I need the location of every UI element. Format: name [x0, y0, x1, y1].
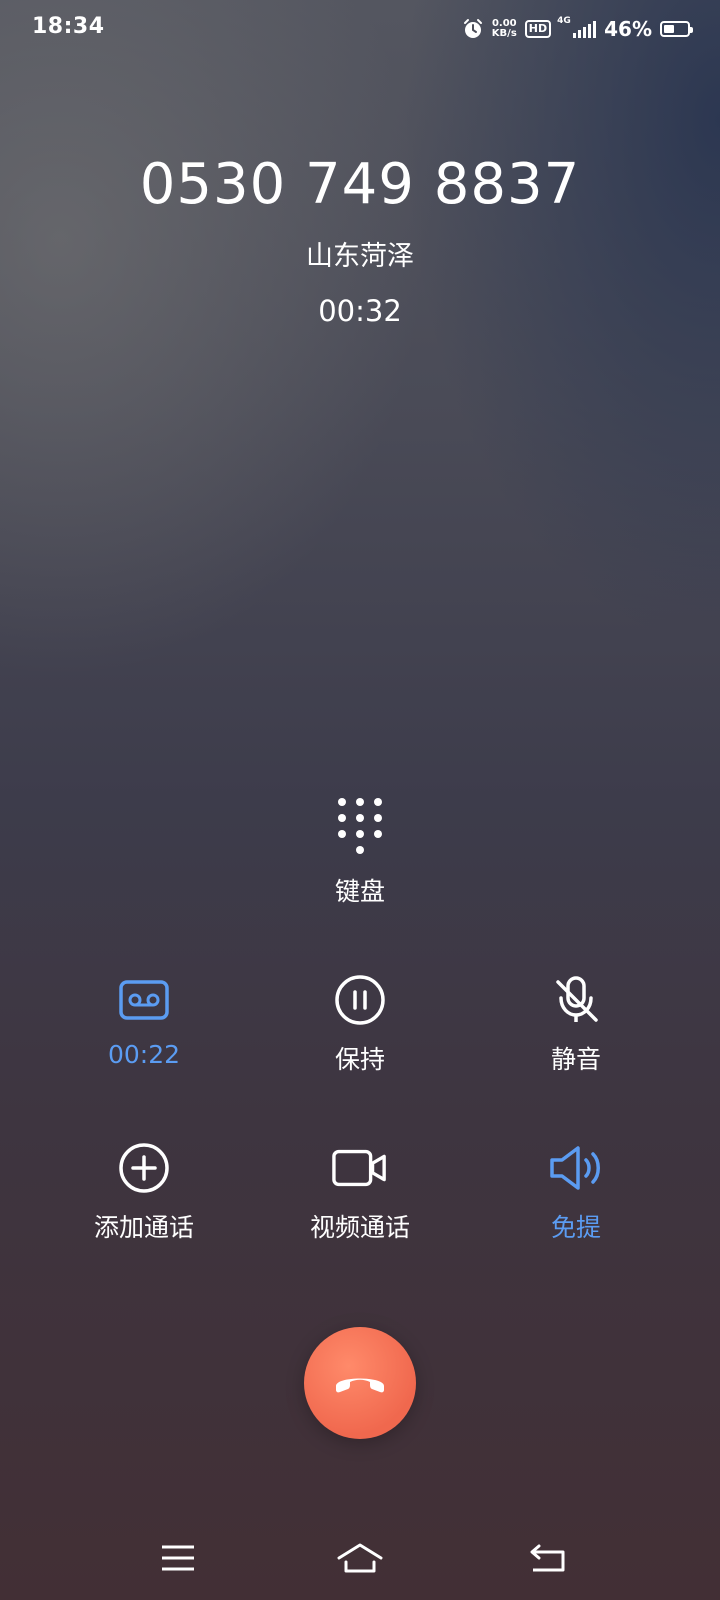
plus-circle-icon — [116, 1140, 172, 1196]
status-icons: 0.00 KB/s HD 4G 46% — [462, 14, 693, 44]
pause-icon — [332, 972, 388, 1028]
home-button[interactable] — [330, 1536, 390, 1580]
caller-location: 山东菏泽 — [306, 241, 414, 272]
dialpad-icon — [338, 798, 382, 854]
home-icon — [337, 1543, 383, 1573]
end-call-button[interactable] — [304, 1327, 416, 1439]
speaker-button[interactable]: 免提 — [486, 1140, 666, 1244]
record-button[interactable]: 00:22 — [54, 972, 234, 1069]
signal-icon: 4G — [557, 16, 597, 38]
hd-icon: HD — [524, 20, 552, 38]
mic-off-icon — [548, 972, 604, 1028]
record-timer: 00:22 — [107, 1040, 181, 1069]
status-time: 18:34 — [32, 14, 105, 39]
keypad-button[interactable]: 键盘 — [310, 798, 410, 908]
battery-percent: 46% — [604, 17, 652, 41]
video-call-label: 视频通话 — [309, 1213, 410, 1242]
keypad-label: 键盘 — [334, 877, 385, 906]
mute-label: 静音 — [550, 1045, 601, 1074]
back-icon — [530, 1544, 565, 1572]
speaker-icon — [548, 1140, 604, 1196]
battery-icon — [660, 21, 693, 37]
hang-up-icon — [336, 1378, 384, 1393]
record-icon — [116, 972, 172, 1028]
call-timer: 00:32 — [318, 294, 402, 328]
caller-number: 0530 749 8837 — [139, 152, 581, 217]
menu-button[interactable] — [148, 1536, 208, 1580]
add-call-label: 添加通话 — [93, 1213, 194, 1242]
video-call-button[interactable]: 视频通话 — [270, 1140, 450, 1244]
add-call-button[interactable]: 添加通话 — [54, 1140, 234, 1244]
hold-button[interactable]: 保持 — [270, 972, 450, 1076]
video-icon — [332, 1140, 388, 1196]
alarm-icon — [463, 19, 482, 38]
hold-label: 保持 — [334, 1045, 385, 1074]
mute-button[interactable]: 静音 — [486, 972, 666, 1076]
network-speed: 0.00 KB/s — [491, 18, 517, 39]
menu-icon — [162, 1545, 194, 1571]
back-button[interactable] — [518, 1536, 578, 1580]
speaker-label: 免提 — [550, 1213, 601, 1242]
